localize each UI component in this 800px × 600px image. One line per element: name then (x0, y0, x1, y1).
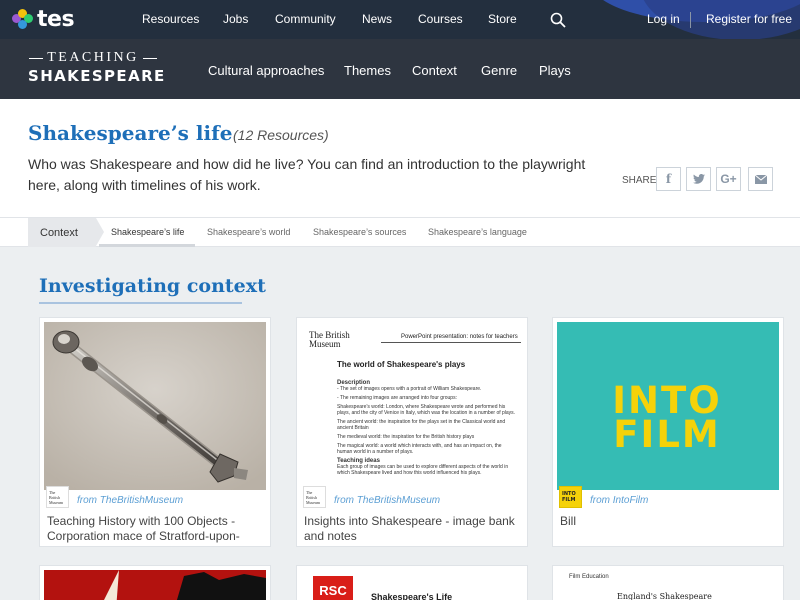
mace-illustration (44, 322, 266, 490)
mace-image[interactable] (44, 322, 266, 490)
facebook-icon: f (665, 172, 672, 186)
tab-context-label[interactable]: Context (28, 218, 104, 247)
nav-jobs[interactable]: Jobs (223, 12, 248, 26)
doc-line: - The set of images opens with a portrai… (337, 386, 482, 392)
resource-card[interactable]: The British Museum from TheBritishMuseum… (39, 317, 271, 547)
tab-shakespeares-world[interactable]: Shakespeare’s world (207, 227, 290, 237)
search-icon[interactable] (550, 12, 566, 28)
nav-store[interactable]: Store (488, 12, 517, 26)
tab-shakespeares-sources[interactable]: Shakespeare’s sources (313, 227, 406, 237)
page-title: Shakespeare’s life (28, 121, 233, 145)
resource-count: (12 Resources) (233, 127, 329, 143)
email-icon (754, 174, 767, 184)
card-title[interactable]: Teaching History with 100 Objects - Corp… (47, 514, 262, 544)
subnav-context[interactable]: Context (412, 63, 457, 78)
card-source[interactable]: from IntoFilm (590, 495, 648, 506)
document-preview[interactable]: The British Museum PowerPoint presentati… (301, 322, 523, 490)
top-navigation: tes Resources Jobs Community News Course… (0, 0, 800, 39)
brand-rule (142, 57, 157, 59)
subnav-plays[interactable]: Plays (539, 63, 571, 78)
british-museum-wordmark: The British Museum (309, 330, 350, 349)
rsc-logo: RSC (313, 576, 353, 600)
doc-line: The magical world: a world which interac… (337, 443, 502, 455)
subnav-themes[interactable]: Themes (344, 63, 391, 78)
share-google-plus-button[interactable]: G+ (716, 167, 741, 191)
subnav-genre[interactable]: Genre (481, 63, 517, 78)
doc-heading: The world of Shakespeare's plays (337, 360, 466, 369)
into-film-wordmark: INTO FILM (612, 379, 722, 456)
doc-title: England's Shakespeare (617, 592, 712, 600)
brand-bottom-text: SHAKESPEARE (28, 67, 166, 85)
tes-logo[interactable]: tes (12, 7, 75, 32)
nav-resources[interactable]: Resources (142, 12, 199, 26)
into-film-image[interactable]: INTO FILM (557, 322, 779, 490)
nav-news[interactable]: News (362, 12, 392, 26)
subnav-cultural-approaches[interactable]: Cultural approaches (208, 63, 324, 78)
share-twitter-button[interactable] (686, 167, 711, 191)
context-tabs: Context Shakespeare’s life Shakespeare’s… (0, 217, 800, 247)
resource-card[interactable] (39, 565, 271, 600)
section-underline (39, 302, 242, 304)
brand-top-text: TEACHING (47, 50, 139, 65)
nav-courses[interactable]: Courses (418, 12, 463, 26)
register-link[interactable]: Register for free (706, 12, 792, 26)
british-museum-logo: The British Museum (46, 486, 69, 508)
doc-body: Description - The set of images opens wi… (337, 380, 517, 476)
share-email-button[interactable] (748, 167, 773, 191)
share-label: SHARE (622, 175, 657, 186)
resource-card[interactable]: The British Museum PowerPoint presentati… (296, 317, 528, 547)
brand-top: TEACHING (28, 50, 158, 66)
red-poster-image (44, 570, 266, 600)
tes-logo-icon (12, 8, 34, 31)
card-source[interactable]: from TheBritishMuseum (77, 495, 183, 506)
card-source[interactable]: from TheBritishMuseum (334, 495, 440, 506)
nav-community[interactable]: Community (275, 12, 336, 26)
resource-card[interactable]: RSC Shakespeare's Life (296, 565, 528, 600)
google-plus-icon: G+ (720, 172, 737, 186)
active-tab-indicator (99, 244, 195, 247)
british-museum-logo: The British Museum (303, 486, 326, 508)
login-link[interactable]: Log in (647, 12, 680, 26)
tab-shakespeares-language[interactable]: Shakespeare’s language (428, 227, 527, 237)
into-film-logo: INTO FILM (559, 486, 582, 508)
doc-line: The medieval world: the inspiration for … (337, 434, 475, 440)
card-title[interactable]: Bill (560, 514, 775, 529)
page-header: Shakespeare’s life (12 Resources) Who wa… (0, 99, 800, 217)
card-title[interactable]: Insights into Shakespeare - image bank a… (304, 514, 519, 544)
page-intro: Who was Shakespeare and how did he live?… (28, 156, 586, 193)
card-image[interactable] (44, 570, 266, 600)
film-education-logo: Film Education (569, 574, 609, 580)
resource-card[interactable]: INTO FILM INTO FILM from IntoFilm Bill (552, 317, 784, 547)
resource-card[interactable]: Film Education England's Shakespeare (552, 565, 784, 600)
doc-line: - The remaining images are arranged into… (337, 395, 457, 401)
card-image[interactable]: Film Education England's Shakespeare (557, 570, 779, 600)
twitter-icon (692, 174, 705, 184)
doc-line: The ancient world: the inspiration for t… (337, 419, 506, 431)
nav-divider (690, 12, 691, 28)
doc-title: Shakespeare's Life (371, 592, 453, 600)
doc-header: PowerPoint presentation: notes for teach… (401, 334, 518, 340)
doc-line: Each group of images can be used to expl… (337, 464, 509, 476)
doc-rule (381, 342, 521, 343)
card-image[interactable]: RSC Shakespeare's Life (301, 570, 523, 600)
section-title: Investigating context (39, 275, 266, 297)
teaching-shakespeare-logo[interactable]: TEACHING SHAKESPEARE (28, 50, 166, 85)
section-navigation: TEACHING SHAKESPEARE Cultural approaches… (0, 39, 800, 99)
share-facebook-button[interactable]: f (656, 167, 681, 191)
logo-text: tes (37, 7, 75, 32)
doc-line: Shakespeare's world: London, where Shake… (337, 404, 516, 416)
brand-rule (29, 57, 44, 59)
tab-shakespeares-life[interactable]: Shakespeare’s life (111, 227, 184, 237)
